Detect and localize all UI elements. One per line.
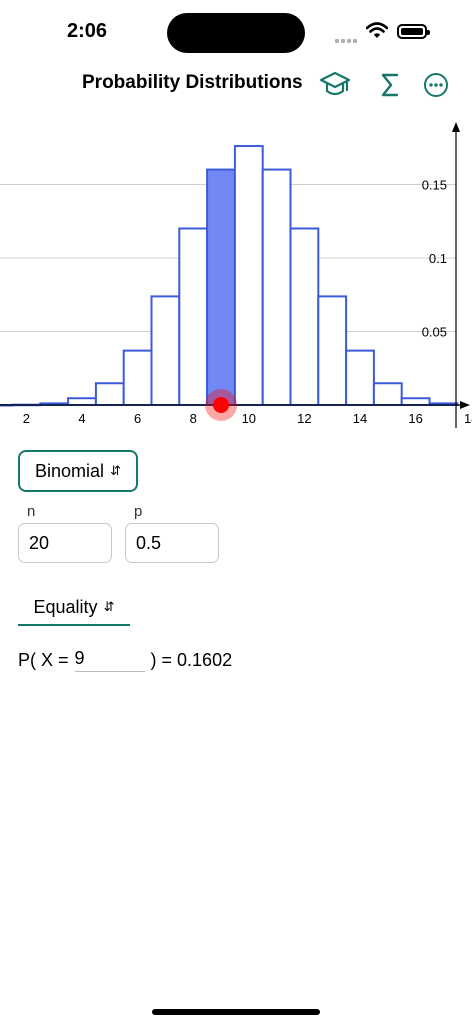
- mode-dropdown[interactable]: Equality ⇵: [18, 590, 130, 626]
- bar: [317, 295, 348, 407]
- n-value: 20: [29, 532, 50, 553]
- y-tick-label: 0.1: [429, 251, 447, 266]
- chevron-up-down-icon: ⇵: [103, 599, 115, 614]
- page-title: Probability Distributions: [82, 72, 303, 93]
- bar: [150, 295, 181, 407]
- x-tick-label: 14: [353, 411, 367, 426]
- dynamic-island: [167, 13, 305, 53]
- probability-result-value: ) = 0.1602: [150, 649, 233, 670]
- x-tick-label: 8: [190, 411, 197, 426]
- probability-result: P( X = 9 ) = 0.1602: [18, 646, 232, 674]
- bar: [372, 382, 403, 407]
- distribution-dropdown[interactable]: Binomial ⇵: [18, 450, 138, 492]
- x-tick-label: 18: [464, 411, 472, 426]
- n-field[interactable]: 20: [18, 523, 112, 563]
- x-tick-label: 4: [78, 411, 85, 426]
- x-axis-arrow: [460, 401, 470, 409]
- bar: [345, 349, 375, 407]
- cellular-signal-icon: [335, 30, 359, 48]
- home-indicator: [152, 1009, 320, 1015]
- selection-marker: [213, 397, 229, 413]
- status-bar: 2:06: [0, 0, 472, 64]
- bar: [94, 382, 125, 407]
- y-axis-arrow: [452, 122, 460, 132]
- p-value: 0.5: [136, 532, 162, 553]
- bar: [400, 397, 431, 406]
- x-tick-label: 2: [23, 411, 30, 426]
- bar: [178, 227, 209, 406]
- highlighted-bar: [206, 168, 236, 407]
- bar: [122, 349, 153, 407]
- bar: [261, 168, 292, 407]
- n-label: n: [27, 503, 36, 520]
- x-tick-label: 16: [408, 411, 422, 426]
- x-tick-label: 12: [297, 411, 311, 426]
- battery-icon: [397, 24, 430, 39]
- ellipsis-circle-icon[interactable]: [419, 68, 453, 102]
- mode-dropdown-label: Equality: [33, 596, 98, 617]
- bar: [233, 145, 264, 407]
- y-tick-label: 0.05: [422, 325, 447, 340]
- graduation-cap-icon[interactable]: [318, 68, 352, 102]
- bar: [289, 227, 320, 406]
- x-tick-label: 10: [242, 411, 256, 426]
- probability-prefix: P( X =: [18, 649, 69, 670]
- distribution-chart[interactable]: 0.05 0.1 0.15 2 4 6 8 10 12 14 16 18: [0, 118, 472, 430]
- x-value-field[interactable]: 9: [74, 648, 145, 672]
- y-tick-label: 0.15: [422, 178, 447, 193]
- x-tick-label: 6: [134, 411, 141, 426]
- sigma-icon[interactable]: [373, 68, 407, 102]
- status-time: 2:06: [67, 20, 108, 42]
- bar: [67, 397, 97, 406]
- p-field[interactable]: 0.5: [125, 523, 219, 563]
- p-label: p: [134, 503, 143, 520]
- distribution-dropdown-label: Binomial: [35, 460, 105, 481]
- chevron-up-down-icon: ⇵: [110, 463, 121, 478]
- wifi-icon: [365, 22, 389, 44]
